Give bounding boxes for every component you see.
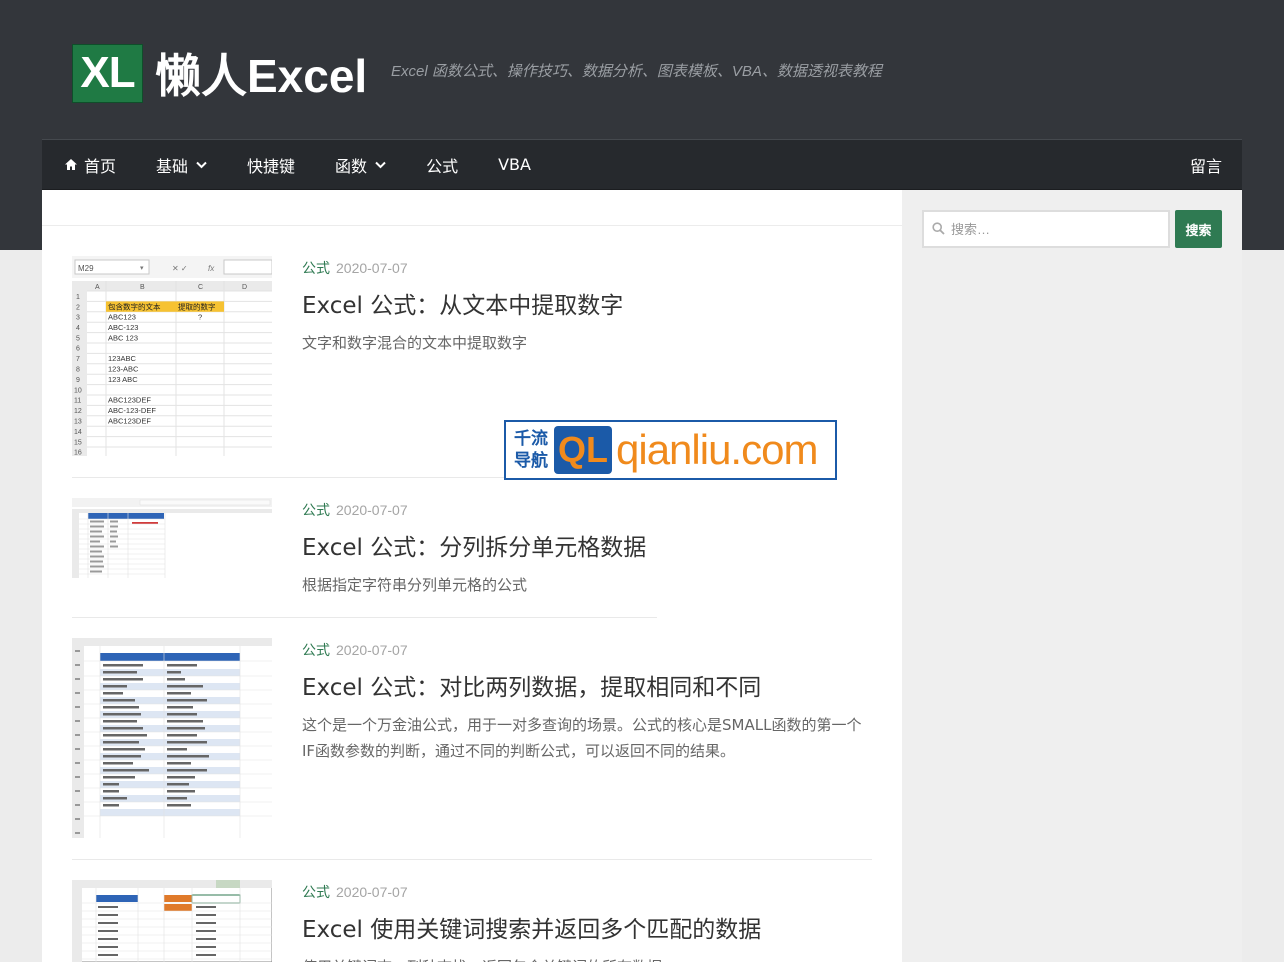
watermark-cn: 千流 导航: [508, 428, 554, 472]
svg-text:13: 13: [74, 419, 82, 426]
nav-home[interactable]: 首页: [42, 139, 136, 190]
watermark-cn-top: 千流: [514, 429, 548, 449]
logo-mark: XL: [72, 43, 143, 103]
post-title[interactable]: Excel 公式：从文本中提取数字: [302, 286, 623, 320]
chevron-down-icon: [375, 161, 386, 169]
post-meta: 公式 2020-07-07: [302, 258, 408, 278]
post-category[interactable]: 公式: [302, 502, 330, 518]
sidebar: 搜索: [902, 190, 1242, 962]
nav-formulas[interactable]: 公式: [406, 139, 478, 190]
svg-text:14: 14: [74, 429, 82, 436]
cell-value: ABC123DEF: [108, 417, 151, 426]
post-excerpt: 根据指定字符串分列单元格的公式: [302, 576, 528, 594]
post-thumbnail[interactable]: M29 ▾ ✕ ✓ fx A B C D 包含数字的文本 提取的数字 ? ABC…: [72, 256, 272, 456]
post-date: 2020-07-07: [336, 260, 408, 276]
nav-vba-label: VBA: [498, 155, 531, 174]
post-thumbnail[interactable]: [72, 638, 272, 838]
svg-text:15: 15: [74, 439, 82, 446]
col-label: A: [95, 284, 100, 291]
watermark-mark: QL: [554, 426, 612, 474]
cell-value: 123 ABC: [108, 375, 138, 384]
post-meta: 公式 2020-07-07: [302, 882, 408, 902]
svg-text:8: 8: [76, 367, 80, 374]
svg-text:3: 3: [76, 315, 80, 322]
post-date: 2020-07-07: [336, 884, 408, 900]
post-meta: 公式 2020-07-07: [302, 640, 408, 660]
cell-value: ABC 123: [108, 333, 138, 342]
cell-header: 提取的数字: [178, 302, 216, 312]
post-date: 2020-07-07: [336, 502, 408, 518]
qianliu-watermark-logo: 千流 导航 QL qianliu.com: [504, 420, 837, 480]
post-excerpt: 文字和数字混合的文本中提取数字: [302, 334, 528, 352]
cell-value: ABC-123: [108, 323, 138, 332]
svg-text:4: 4: [76, 325, 80, 332]
search-input[interactable]: [951, 221, 1151, 237]
cell-value: 123-ABC: [108, 365, 139, 374]
nav-shortcuts-label: 快捷键: [247, 156, 296, 176]
nav-shortcuts[interactable]: 快捷键: [227, 139, 315, 190]
chevron-down-icon: [196, 161, 207, 169]
post-category[interactable]: 公式: [302, 260, 330, 276]
post-meta: 公式 2020-07-07: [302, 500, 408, 520]
search-button[interactable]: 搜索: [1175, 210, 1222, 248]
site-tagline: Excel 函数公式、操作技巧、数据分析、图表模板、VBA、数据透视表教程: [391, 63, 882, 80]
post-category[interactable]: 公式: [302, 642, 330, 658]
post-date: 2020-07-07: [336, 642, 408, 658]
fx-label: fx: [208, 264, 215, 273]
post-title[interactable]: Excel 公式：分列拆分单元格数据: [302, 528, 646, 562]
cell-value: ABC123DEF: [108, 396, 151, 405]
cell-value: ABC-123-DEF: [108, 406, 156, 415]
cell-header: 包含数字的文本: [108, 302, 161, 312]
svg-text:16: 16: [74, 450, 82, 456]
nav-guestbook[interactable]: 留言: [1170, 139, 1242, 190]
post-excerpt: 使用关键词查，列种查找，返回包含关键词的所有数据: [302, 954, 872, 962]
col-label: D: [242, 284, 247, 291]
main-nav: 首页 基础 快捷键 函数 公式 VBA 留言: [42, 139, 1242, 190]
post-title[interactable]: Excel 使用关键词搜索并返回多个匹配的数据: [302, 910, 761, 944]
namebox: M29: [78, 264, 94, 273]
cell-value: ABC123: [108, 313, 136, 322]
logo-text: 懒人Excel: [155, 50, 368, 102]
svg-text:5: 5: [76, 335, 80, 342]
post-title[interactable]: Excel 公式：对比两列数据，提取相同和不同: [302, 668, 761, 702]
svg-text:1: 1: [76, 294, 80, 301]
svg-text:2: 2: [76, 305, 80, 312]
col-label: C: [198, 284, 203, 291]
divider: [42, 225, 902, 226]
col-label: B: [140, 284, 145, 291]
nav-formulas-label: 公式: [426, 156, 459, 176]
site-logo[interactable]: XL 懒人Excel: [72, 40, 367, 106]
post-thumbnail[interactable]: [72, 880, 272, 962]
cell-value: ?: [198, 313, 202, 322]
svg-text:10: 10: [74, 387, 82, 394]
watermark-cn-bottom: 导航: [514, 451, 548, 471]
search-field[interactable]: [922, 210, 1170, 248]
divider: [72, 859, 872, 860]
nav-functions[interactable]: 函数: [315, 139, 406, 190]
nav-functions-label: 函数: [335, 156, 368, 176]
post-excerpt: 这个是一个万金油公式，用于一对多查询的场景。公式的核心是SMALL函数的第一个I…: [302, 716, 862, 760]
svg-text:7: 7: [76, 356, 80, 363]
nav-home-label: 首页: [84, 156, 117, 176]
svg-text:12: 12: [74, 408, 82, 415]
search-form: 搜索: [922, 210, 1222, 248]
svg-text:▾: ▾: [140, 265, 144, 272]
svg-text:6: 6: [76, 346, 80, 353]
svg-text:9: 9: [76, 377, 80, 384]
post-list: M29 ▾ ✕ ✓ fx A B C D 包含数字的文本 提取的数字 ? ABC…: [42, 190, 902, 962]
nav-guestbook-label: 留言: [1189, 156, 1222, 176]
svg-text:✕ ✓: ✕ ✓: [172, 264, 188, 273]
nav-basics-label: 基础: [156, 156, 189, 176]
watermark-url: qianliu.com: [616, 426, 818, 473]
divider: [72, 617, 657, 618]
search-icon: [932, 220, 945, 239]
cell-value: 123ABC: [108, 354, 137, 363]
post-thumbnail[interactable]: [72, 498, 272, 578]
nav-vba[interactable]: VBA: [478, 139, 551, 190]
home-icon: [64, 158, 78, 171]
svg-text:11: 11: [74, 398, 81, 405]
nav-basics[interactable]: 基础: [136, 139, 227, 190]
post-category[interactable]: 公式: [302, 884, 330, 900]
